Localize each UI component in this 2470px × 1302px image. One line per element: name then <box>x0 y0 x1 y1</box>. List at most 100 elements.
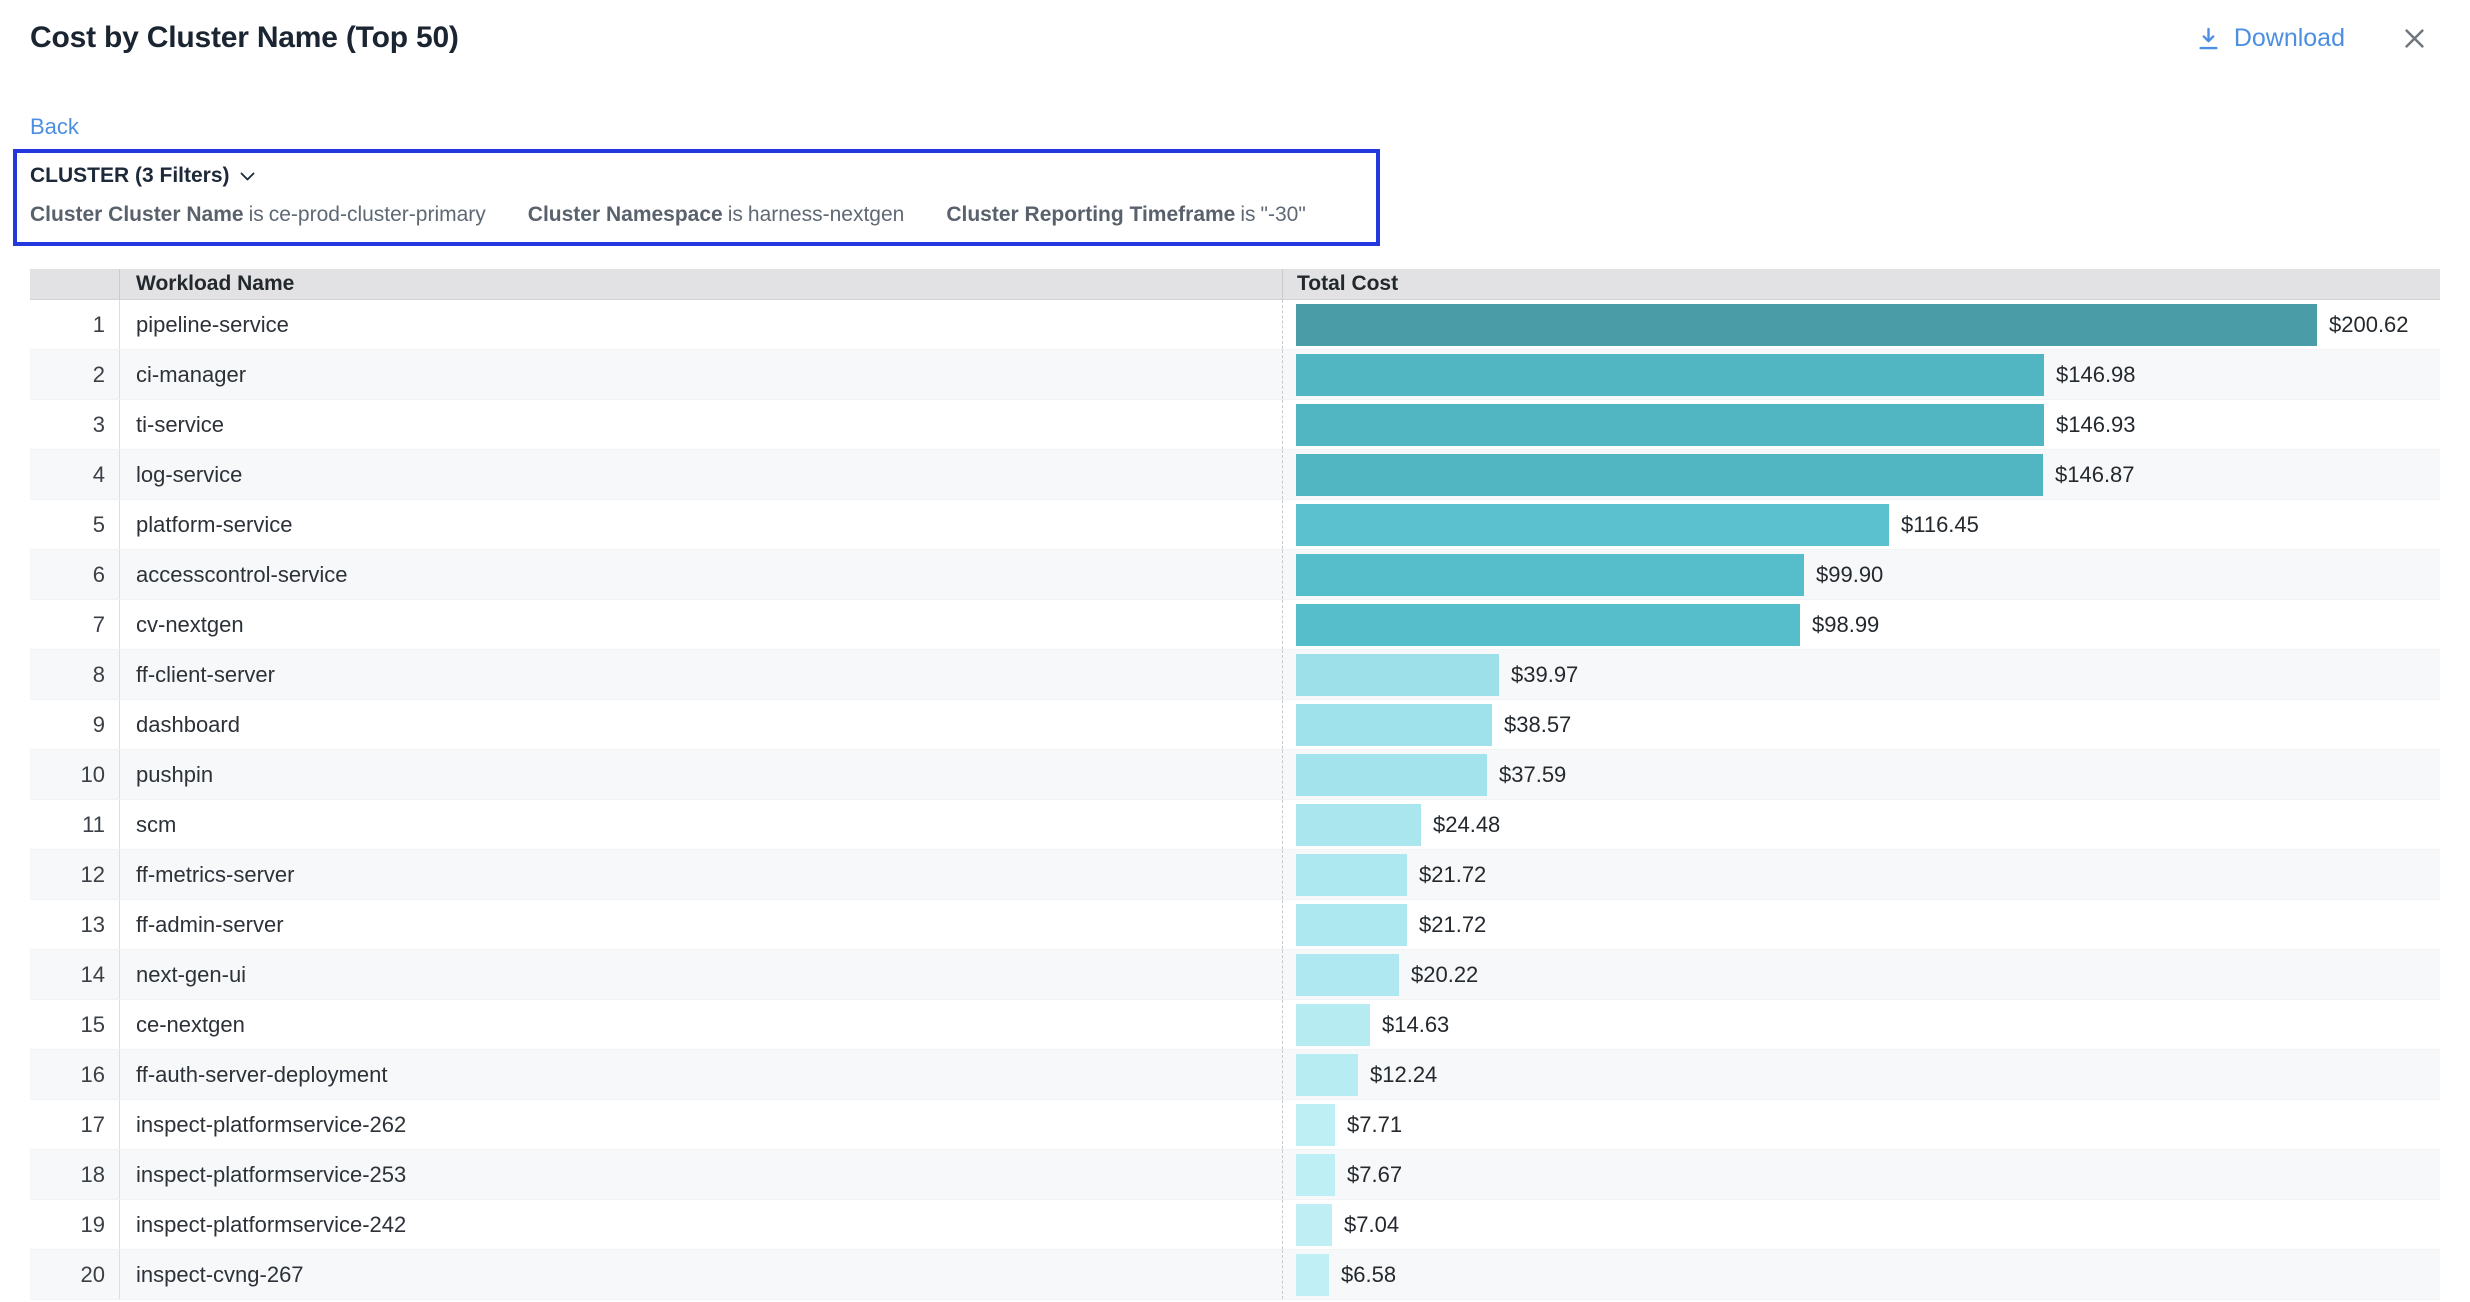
row-cost-cell: $200.62 <box>1282 300 2440 349</box>
cost-bar <box>1296 1204 1332 1246</box>
table-row: 9dashboard$38.57 <box>30 700 2440 750</box>
table-row: 17inspect-platformservice-262$7.71 <box>30 1100 2440 1150</box>
row-rank: 9 <box>30 700 119 749</box>
row-rank: 5 <box>30 500 119 549</box>
row-rank: 20 <box>30 1250 119 1299</box>
table-row: 6accesscontrol-service$99.90 <box>30 550 2440 600</box>
cost-bar <box>1296 604 1800 646</box>
filter-operator: is <box>728 203 743 226</box>
row-rank: 19 <box>30 1200 119 1249</box>
cost-value: $200.62 <box>2329 312 2409 338</box>
cost-value: $38.57 <box>1504 712 1571 738</box>
cost-value: $116.45 <box>1901 512 1979 538</box>
table-row: 11scm $24.48 <box>30 800 2440 850</box>
row-rank: 16 <box>30 1050 119 1099</box>
table-row: 20inspect-cvng-267 $6.58 <box>30 1250 2440 1300</box>
row-workload-name: scm <box>119 800 1282 849</box>
filter-value: ce-prod-cluster-primary <box>269 203 486 226</box>
filter-item[interactable]: Cluster Namespaceisharness-nextgen <box>528 203 905 227</box>
table-header-row: Workload Name Total Cost <box>30 269 2440 300</box>
row-rank: 7 <box>30 600 119 649</box>
cost-value: $98.99 <box>1812 612 1879 638</box>
cost-bar <box>1296 354 2044 396</box>
table-body: 1pipeline-service$200.622ci-manager$146.… <box>30 300 2440 1300</box>
close-button[interactable] <box>2401 25 2428 52</box>
row-workload-name: inspect-cvng-267 <box>119 1250 1282 1299</box>
row-workload-name: pipeline-service <box>119 300 1282 349</box>
table-row: 13ff-admin-server$21.72 <box>30 900 2440 950</box>
row-workload-name: accesscontrol-service <box>119 550 1282 599</box>
cost-bar <box>1296 854 1407 896</box>
cost-bar <box>1296 554 1804 596</box>
cost-value: $20.22 <box>1411 962 1478 988</box>
row-rank: 4 <box>30 450 119 499</box>
row-workload-name: ff-client-server <box>119 650 1282 699</box>
row-rank: 11 <box>30 800 119 849</box>
cost-bar <box>1296 904 1407 946</box>
cost-value: $7.04 <box>1344 1212 1399 1238</box>
row-workload-name: log-service <box>119 450 1282 499</box>
cost-value: $7.71 <box>1347 1112 1402 1138</box>
cost-bar <box>1296 304 2317 346</box>
row-rank: 15 <box>30 1000 119 1049</box>
table-row: 3ti-service$146.93 <box>30 400 2440 450</box>
row-workload-name: ci-manager <box>119 350 1282 399</box>
row-cost-cell: $21.72 <box>1282 850 2440 899</box>
row-workload-name: platform-service <box>119 500 1282 549</box>
row-cost-cell: $12.24 <box>1282 1050 2440 1099</box>
dialog-header: Cost by Cluster Name (Top 50) Download <box>30 0 2440 56</box>
filter-group-toggle[interactable]: CLUSTER (3 Filters) <box>30 164 1356 188</box>
row-cost-cell: $37.59 <box>1282 750 2440 799</box>
row-cost-cell: $20.22 <box>1282 950 2440 999</box>
chevron-down-icon <box>240 172 255 181</box>
row-cost-cell: $39.97 <box>1282 650 2440 699</box>
row-cost-cell: $146.87 <box>1282 450 2440 499</box>
row-cost-cell: $14.63 <box>1282 1000 2440 1049</box>
cost-bar <box>1296 954 1399 996</box>
cost-bar <box>1296 1154 1335 1196</box>
download-button[interactable]: Download <box>2195 24 2345 53</box>
cost-bar <box>1296 504 1889 546</box>
header-actions: Download <box>2195 24 2440 53</box>
row-workload-name: next-gen-ui <box>119 950 1282 999</box>
filter-operator: is <box>1240 203 1255 226</box>
cost-breakdown-dialog: Cost by Cluster Name (Top 50) Download B… <box>0 0 2470 1302</box>
row-workload-name: ti-service <box>119 400 1282 449</box>
download-icon <box>2195 25 2222 52</box>
cost-bar <box>1296 804 1421 846</box>
row-workload-name: ff-metrics-server <box>119 850 1282 899</box>
cost-value: $146.87 <box>2055 462 2135 488</box>
cost-value: $24.48 <box>1433 812 1500 838</box>
cost-value: $6.58 <box>1341 1262 1396 1288</box>
cost-value: $99.90 <box>1816 562 1883 588</box>
back-link[interactable]: Back <box>30 114 79 140</box>
filter-operator: is <box>249 203 264 226</box>
filter-items: Cluster Cluster Nameisce-prod-cluster-pr… <box>30 203 1356 227</box>
row-workload-name: inspect-platformservice-253 <box>119 1150 1282 1199</box>
cost-bar <box>1296 754 1487 796</box>
row-rank: 2 <box>30 350 119 399</box>
row-rank: 8 <box>30 650 119 699</box>
table-row: 1pipeline-service$200.62 <box>30 300 2440 350</box>
row-cost-cell: $24.48 <box>1282 800 2440 849</box>
table-row: 12ff-metrics-server $21.72 <box>30 850 2440 900</box>
row-workload-name: inspect-platformservice-262 <box>119 1100 1282 1149</box>
cost-bar <box>1296 654 1499 696</box>
row-workload-name: ff-auth-server-deployment <box>119 1050 1282 1099</box>
row-workload-name: cv-nextgen <box>119 600 1282 649</box>
cost-value: $7.67 <box>1347 1162 1402 1188</box>
cost-value: $21.72 <box>1419 862 1486 888</box>
total-cost-column-header: Total Cost <box>1282 269 2440 299</box>
filter-item[interactable]: Cluster Cluster Nameisce-prod-cluster-pr… <box>30 203 486 227</box>
row-rank: 10 <box>30 750 119 799</box>
row-workload-name: inspect-platformservice-242 <box>119 1200 1282 1249</box>
filter-value: harness-nextgen <box>748 203 904 226</box>
row-cost-cell: $7.71 <box>1282 1100 2440 1149</box>
cost-bar <box>1296 454 2043 496</box>
filter-item[interactable]: Cluster Reporting Timeframeis"-30" <box>946 203 1305 227</box>
row-workload-name: ff-admin-server <box>119 900 1282 949</box>
row-cost-cell: $21.72 <box>1282 900 2440 949</box>
row-rank: 12 <box>30 850 119 899</box>
row-cost-cell: $98.99 <box>1282 600 2440 649</box>
cost-value: $12.24 <box>1370 1062 1437 1088</box>
